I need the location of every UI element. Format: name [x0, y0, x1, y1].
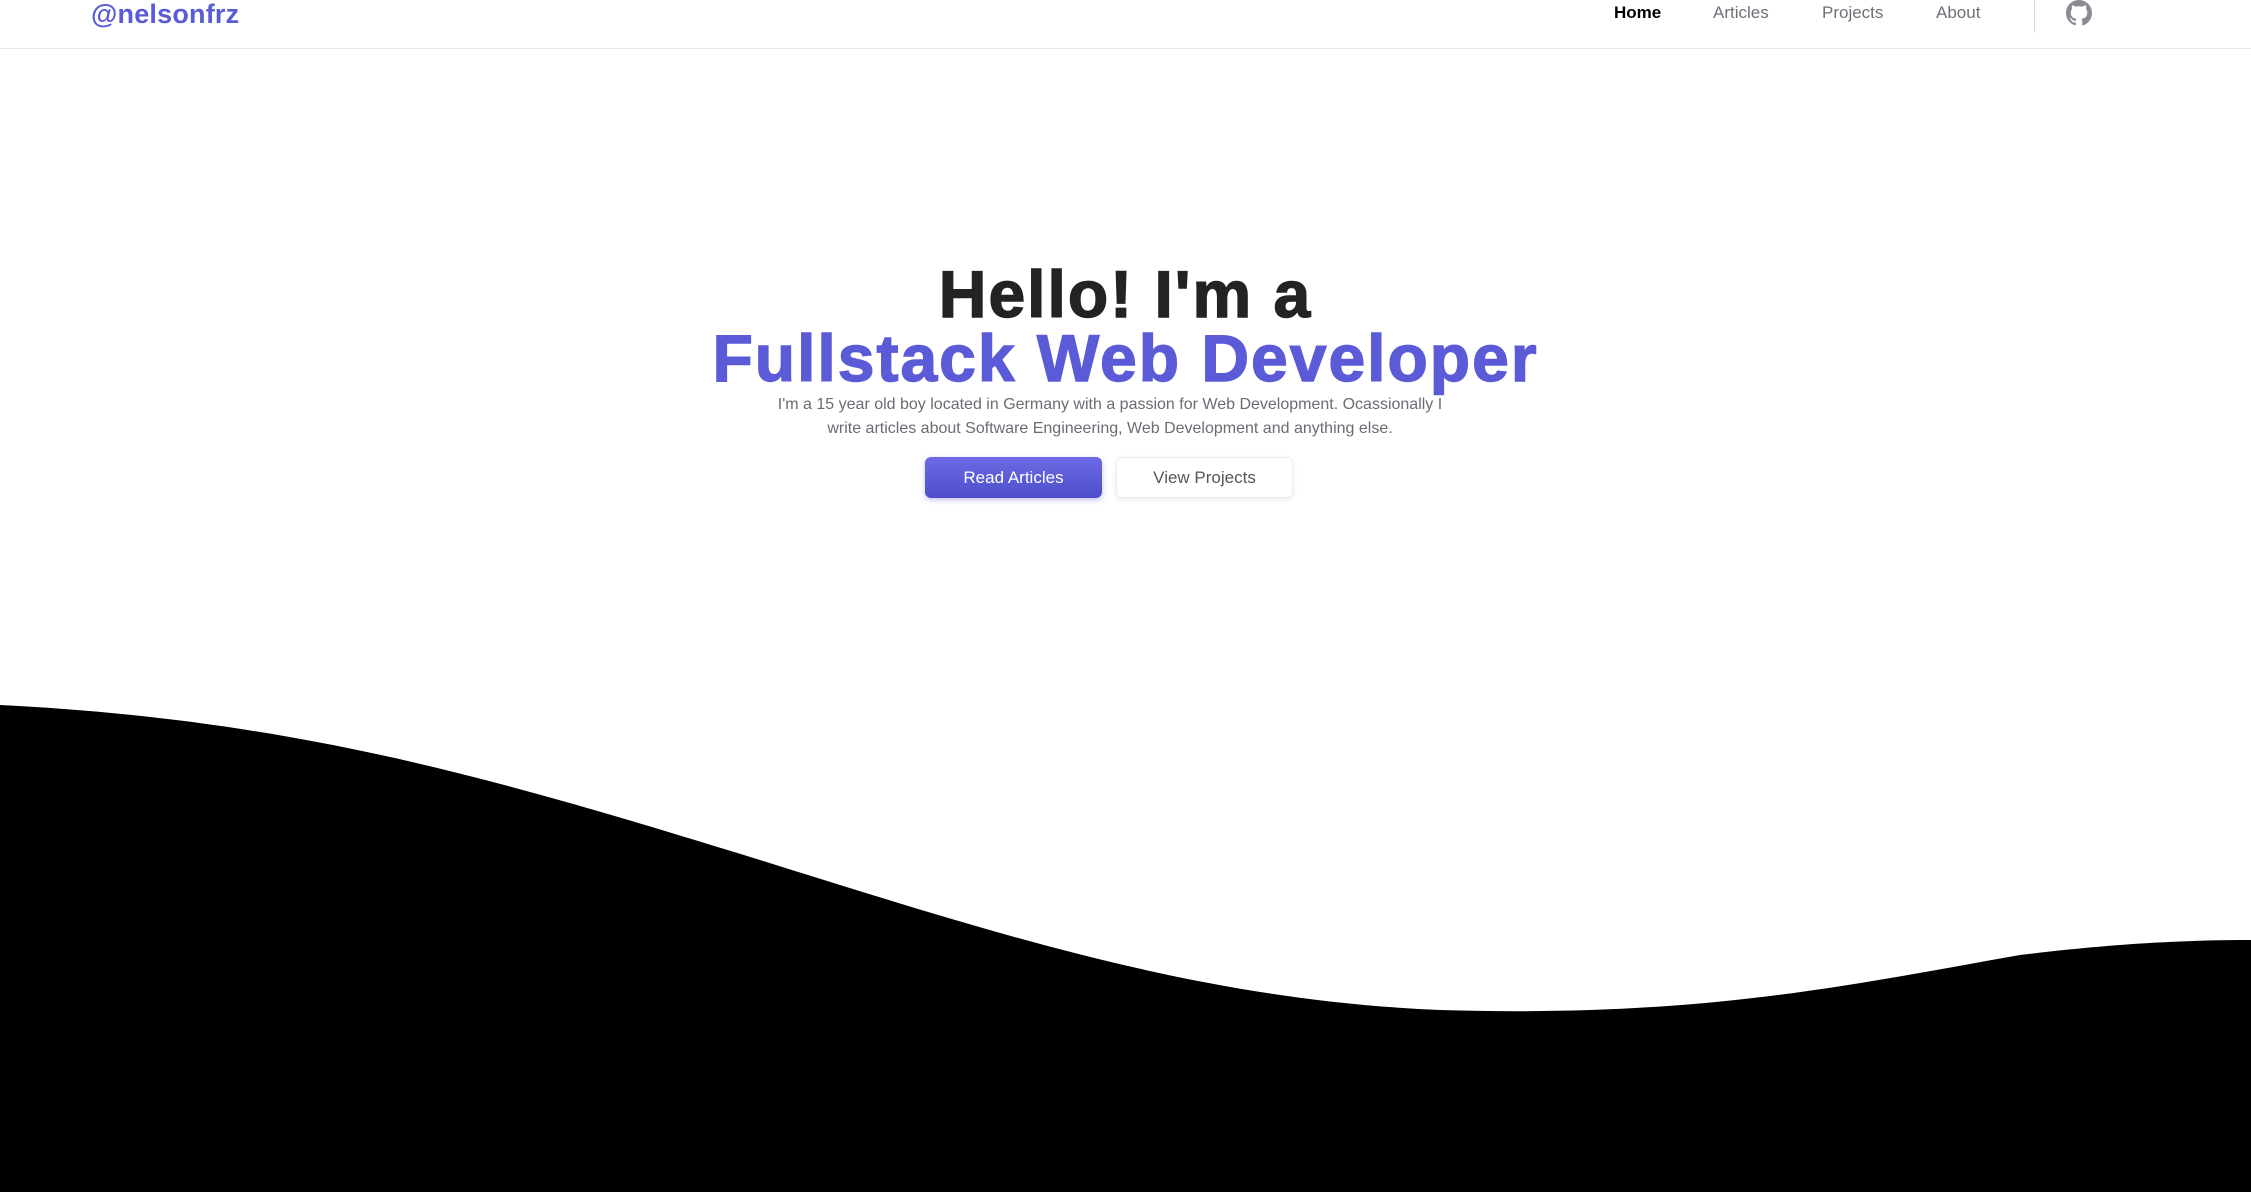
- nav-divider: [2034, 0, 2035, 33]
- page: @nelsonfrz Home Articles Projects About …: [0, 0, 2251, 1192]
- read-articles-button[interactable]: Read Articles: [925, 457, 1102, 498]
- site-header: @nelsonfrz Home Articles Projects About: [0, 0, 2251, 49]
- hero-description-line2: write articles about Software Engineerin…: [827, 420, 1393, 437]
- site-logo[interactable]: @nelsonfrz: [91, 0, 239, 30]
- nav-projects[interactable]: Projects: [1822, 3, 1883, 23]
- github-icon-svg: [2066, 0, 2092, 26]
- hero-description-line1: I'm a 15 year old boy located in Germany…: [777, 396, 1443, 413]
- hero-description: I'm a 15 year old boy located in Germany…: [760, 393, 1460, 441]
- decorative-wave: [0, 705, 2251, 1192]
- view-projects-button[interactable]: View Projects: [1116, 457, 1293, 498]
- nav-about[interactable]: About: [1936, 3, 1980, 23]
- nav-articles[interactable]: Articles: [1713, 3, 1769, 23]
- hero-heading-line2: Fullstack Web Developer: [712, 320, 1539, 395]
- nav-home[interactable]: Home: [1614, 3, 1661, 23]
- github-icon[interactable]: [2066, 0, 2092, 26]
